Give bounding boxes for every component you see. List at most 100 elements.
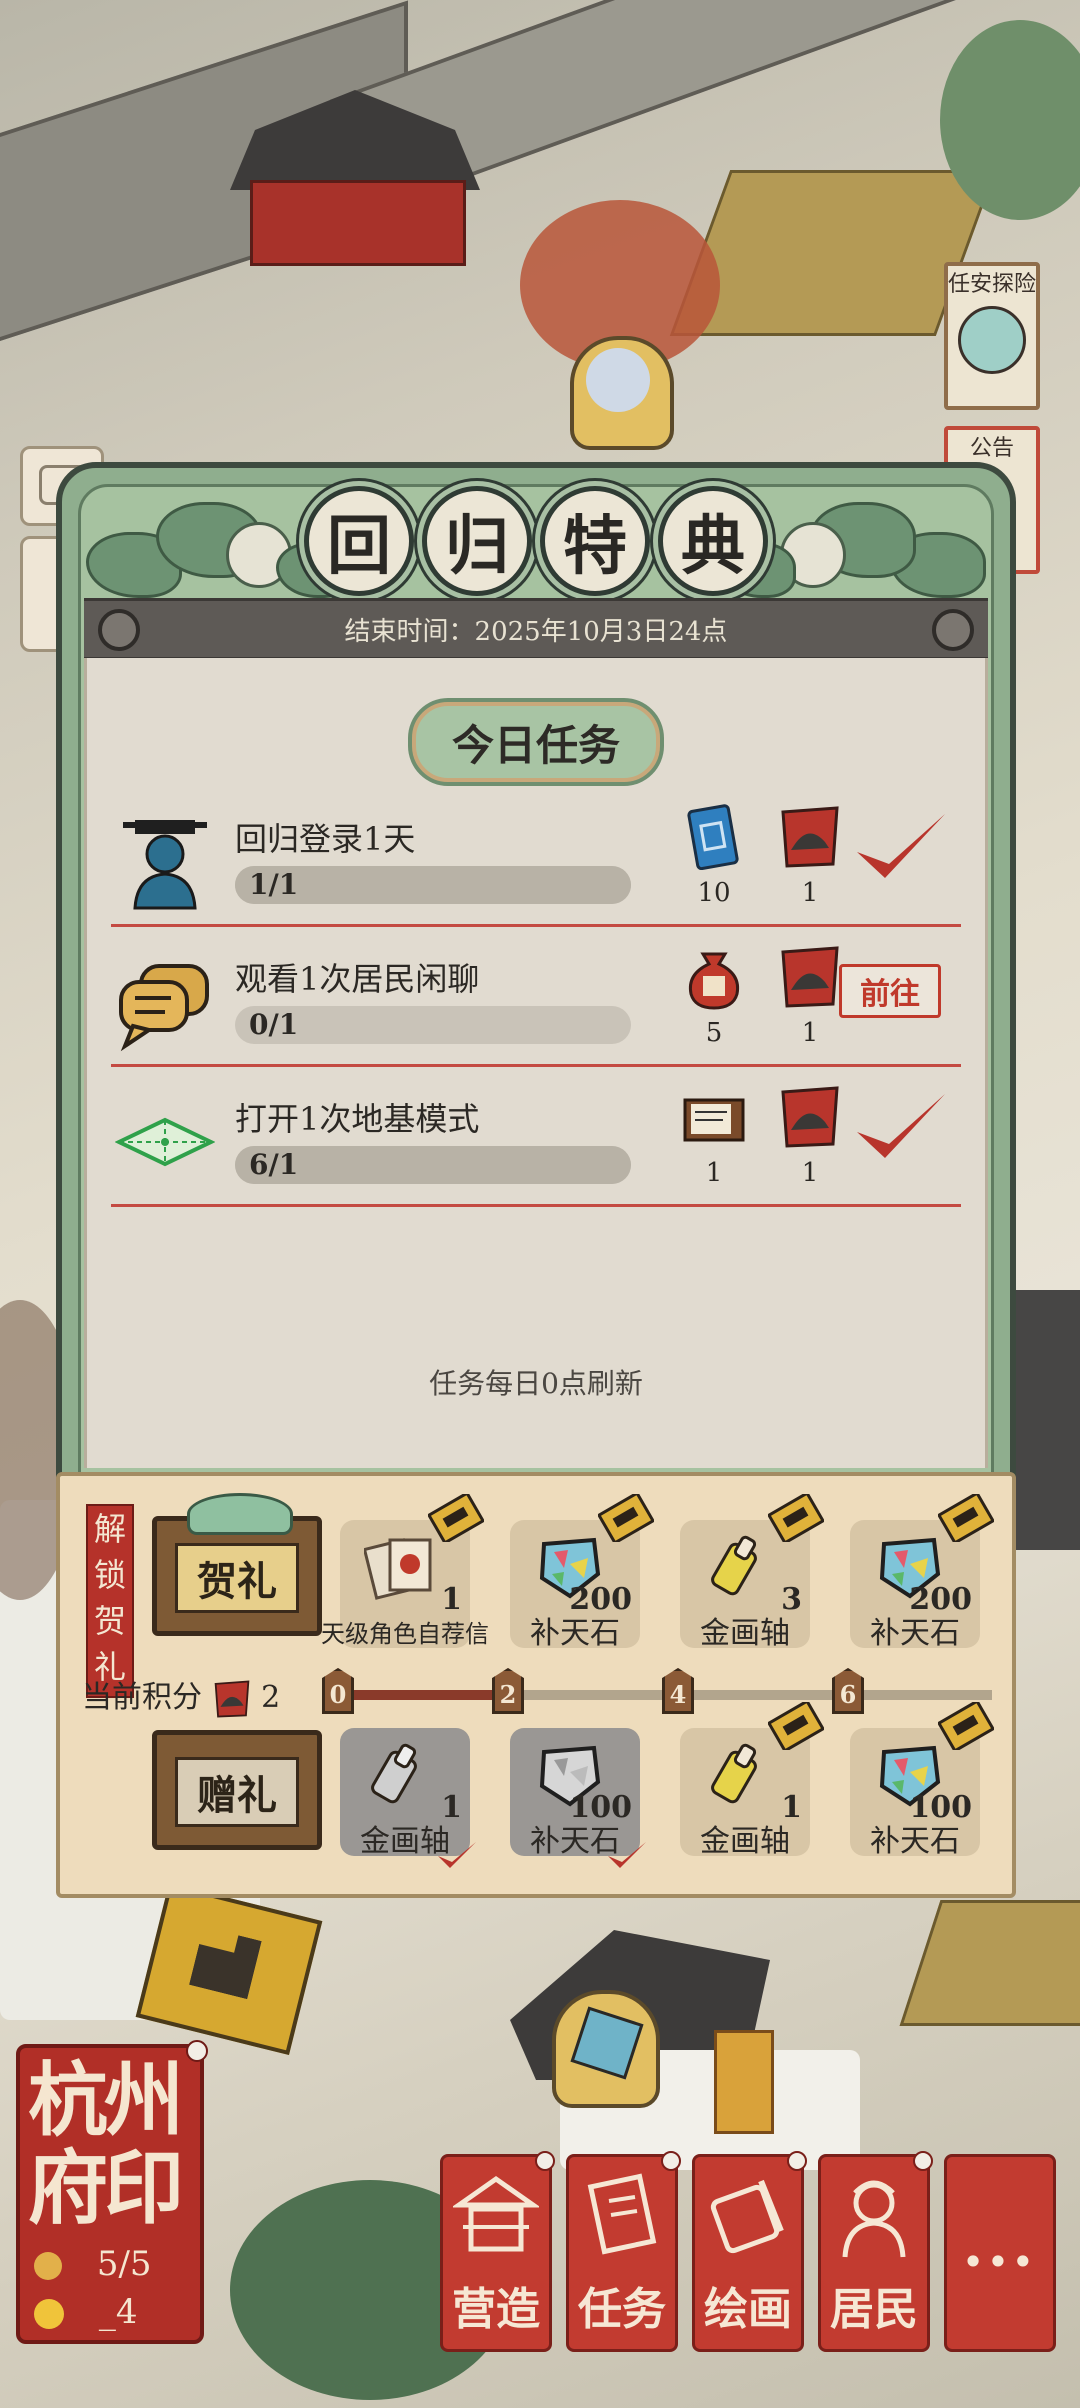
notification-dot: [535, 2151, 555, 2171]
title-char: 典: [658, 486, 768, 596]
event-title: 回 归 特 典: [304, 486, 768, 596]
end-time-bar: 结束时间：2025年10月3日24点: [84, 598, 988, 660]
lock-icon: [768, 1702, 824, 1750]
task-reward: 5: [679, 944, 749, 1048]
flag-emblem-icon: [189, 1927, 262, 2000]
score-label: 当前积分: [82, 1680, 202, 1715]
red-building: [250, 180, 466, 266]
chat-icon: [119, 964, 209, 1052]
reward-count: 1: [705, 1158, 723, 1188]
return-event-panel: 回 归 特 典 结束时间：2025年10月3日24点 今日任务 回归登录1天 1…: [56, 462, 1016, 1898]
goto-button[interactable]: 前往: [839, 964, 941, 1018]
hat-token-icon: [781, 946, 839, 1008]
reward-name: 补天石: [870, 1616, 960, 1651]
pouch-icon: [688, 952, 740, 1010]
knot-ornament-icon: [98, 609, 140, 651]
task-book-icon: [587, 2173, 657, 2255]
task-reward: 10: [679, 804, 749, 908]
reward-name: 金画轴: [700, 1616, 790, 1651]
reward-count: 1: [801, 1158, 819, 1188]
task-name: 回归登录1天: [235, 820, 416, 858]
claimed-check-icon: [438, 1842, 476, 1868]
premium-reward-slot[interactable]: 3 金画轴: [680, 1494, 824, 1651]
notice-explore[interactable]: 任安探险: [944, 262, 1040, 410]
letter-icon: [364, 1538, 432, 1600]
end-time-text: 结束时间：2025年10月3日24点: [344, 616, 728, 647]
task-reward: 1: [775, 944, 845, 1048]
free-reward-slot[interactable]: 100 补天石: [510, 1728, 646, 1868]
task-progress-text: 1/1: [249, 868, 299, 901]
free-reward-slot[interactable]: 100 补天石: [850, 1702, 994, 1859]
official-icon: [123, 820, 207, 910]
free-reward-slot[interactable]: 1 金画轴: [340, 1728, 476, 1868]
residents-stat: 5/5: [34, 2244, 152, 2284]
reward-count: 10: [697, 878, 731, 908]
level-stat: _4: [34, 2292, 137, 2332]
task-progress-text: 6/1: [249, 1148, 299, 1181]
premium-reward-slot[interactable]: 1 天级角色自荐信: [321, 1494, 489, 1648]
residents-count: 5/5: [96, 2244, 152, 2284]
title-char: 特: [540, 486, 650, 596]
premium-reward-slot[interactable]: 200 补天石: [510, 1494, 654, 1651]
scroll-icon: [711, 1535, 757, 1596]
nav-build-button[interactable]: 营造: [440, 2151, 555, 2352]
notification-dot: [787, 2151, 807, 2171]
task-progress-bar: 0/1: [235, 1006, 631, 1044]
lock-icon: [428, 1494, 484, 1542]
task-row: 回归登录1天 1/1 10 1: [111, 788, 961, 927]
notification-dot: [661, 2151, 681, 2171]
hat-token-icon: [781, 1086, 839, 1148]
scroll-icon: [371, 1743, 417, 1804]
level-value: _4: [98, 2292, 138, 2332]
shop-banner: [714, 2030, 774, 2134]
more-icon: ···: [962, 2227, 1038, 2297]
premium-gift-label: 贺礼: [175, 1543, 299, 1613]
milestone-marker: 6: [832, 1668, 864, 1714]
premium-gift-box: 贺礼: [152, 1493, 322, 1636]
market-stall: [899, 1900, 1080, 2026]
face-icon: [34, 2299, 64, 2329]
nav-residents-button[interactable]: 居民: [818, 2151, 933, 2352]
hat-token-icon: [781, 806, 839, 868]
notice-announcement-label: 公告: [969, 436, 1014, 461]
gem-stone-icon: [570, 2006, 644, 2080]
bow-ribbon-icon: [187, 1493, 293, 1535]
free-gift-label: 赠礼: [175, 1757, 299, 1827]
title-char: 归: [422, 486, 532, 596]
milestone-marker: 4: [662, 1668, 694, 1714]
nav-more-button[interactable]: ···: [944, 2154, 1056, 2352]
unlock-premium-button[interactable]: 解锁贺礼: [86, 1504, 134, 1698]
nav-tasks-label: 任务: [578, 2284, 666, 2335]
gem-bubble-pin[interactable]: [552, 1990, 660, 2108]
free-reward-slot[interactable]: 1 金画轴: [680, 1702, 824, 1859]
milestone-marker: 2: [492, 1668, 524, 1714]
premium-reward-slot[interactable]: 200 补天石: [850, 1494, 994, 1651]
resident-icon: [34, 2252, 62, 2280]
milestone-marker: 0: [322, 1668, 354, 1714]
lock-icon: [938, 1702, 994, 1750]
resident-icon: [842, 2180, 906, 2258]
reward-count: 1: [801, 878, 819, 908]
lock-icon: [768, 1494, 824, 1542]
free-gift-box: 赠礼: [152, 1730, 322, 1850]
reward-name: 补天石: [870, 1824, 960, 1859]
nav-residents-label: 居民: [830, 2284, 918, 2335]
nav-tasks-button[interactable]: 任务: [566, 2151, 681, 2352]
refresh-note: 任务每日0点刷新: [429, 1367, 643, 1400]
reward-count: 1: [441, 1582, 462, 1617]
notification-dot: [913, 2151, 933, 2171]
knot-ornament-icon: [932, 609, 974, 651]
task-reward: 1: [775, 1084, 845, 1188]
lock-icon: [938, 1494, 994, 1542]
today-task-area: 今日任务 回归登录1天 1/1 10 1 观看1次居民闲聊 0/1 5 1 前往…: [84, 658, 988, 1468]
mouse-avatar-icon: [586, 348, 650, 412]
npc-bubble-pin[interactable]: [570, 336, 674, 450]
task-reward: 1: [775, 804, 845, 908]
pavilion-icon: [453, 2175, 539, 2252]
task-name: 打开1次地基模式: [235, 1100, 480, 1138]
ticket-icon: [687, 804, 739, 871]
city-seal[interactable]: 杭州府印 5/5 _4: [16, 2040, 208, 2344]
task-name: 观看1次居民闲聊: [235, 960, 480, 998]
lock-icon: [598, 1494, 654, 1542]
nav-paint-button[interactable]: 绘画: [692, 2151, 807, 2352]
